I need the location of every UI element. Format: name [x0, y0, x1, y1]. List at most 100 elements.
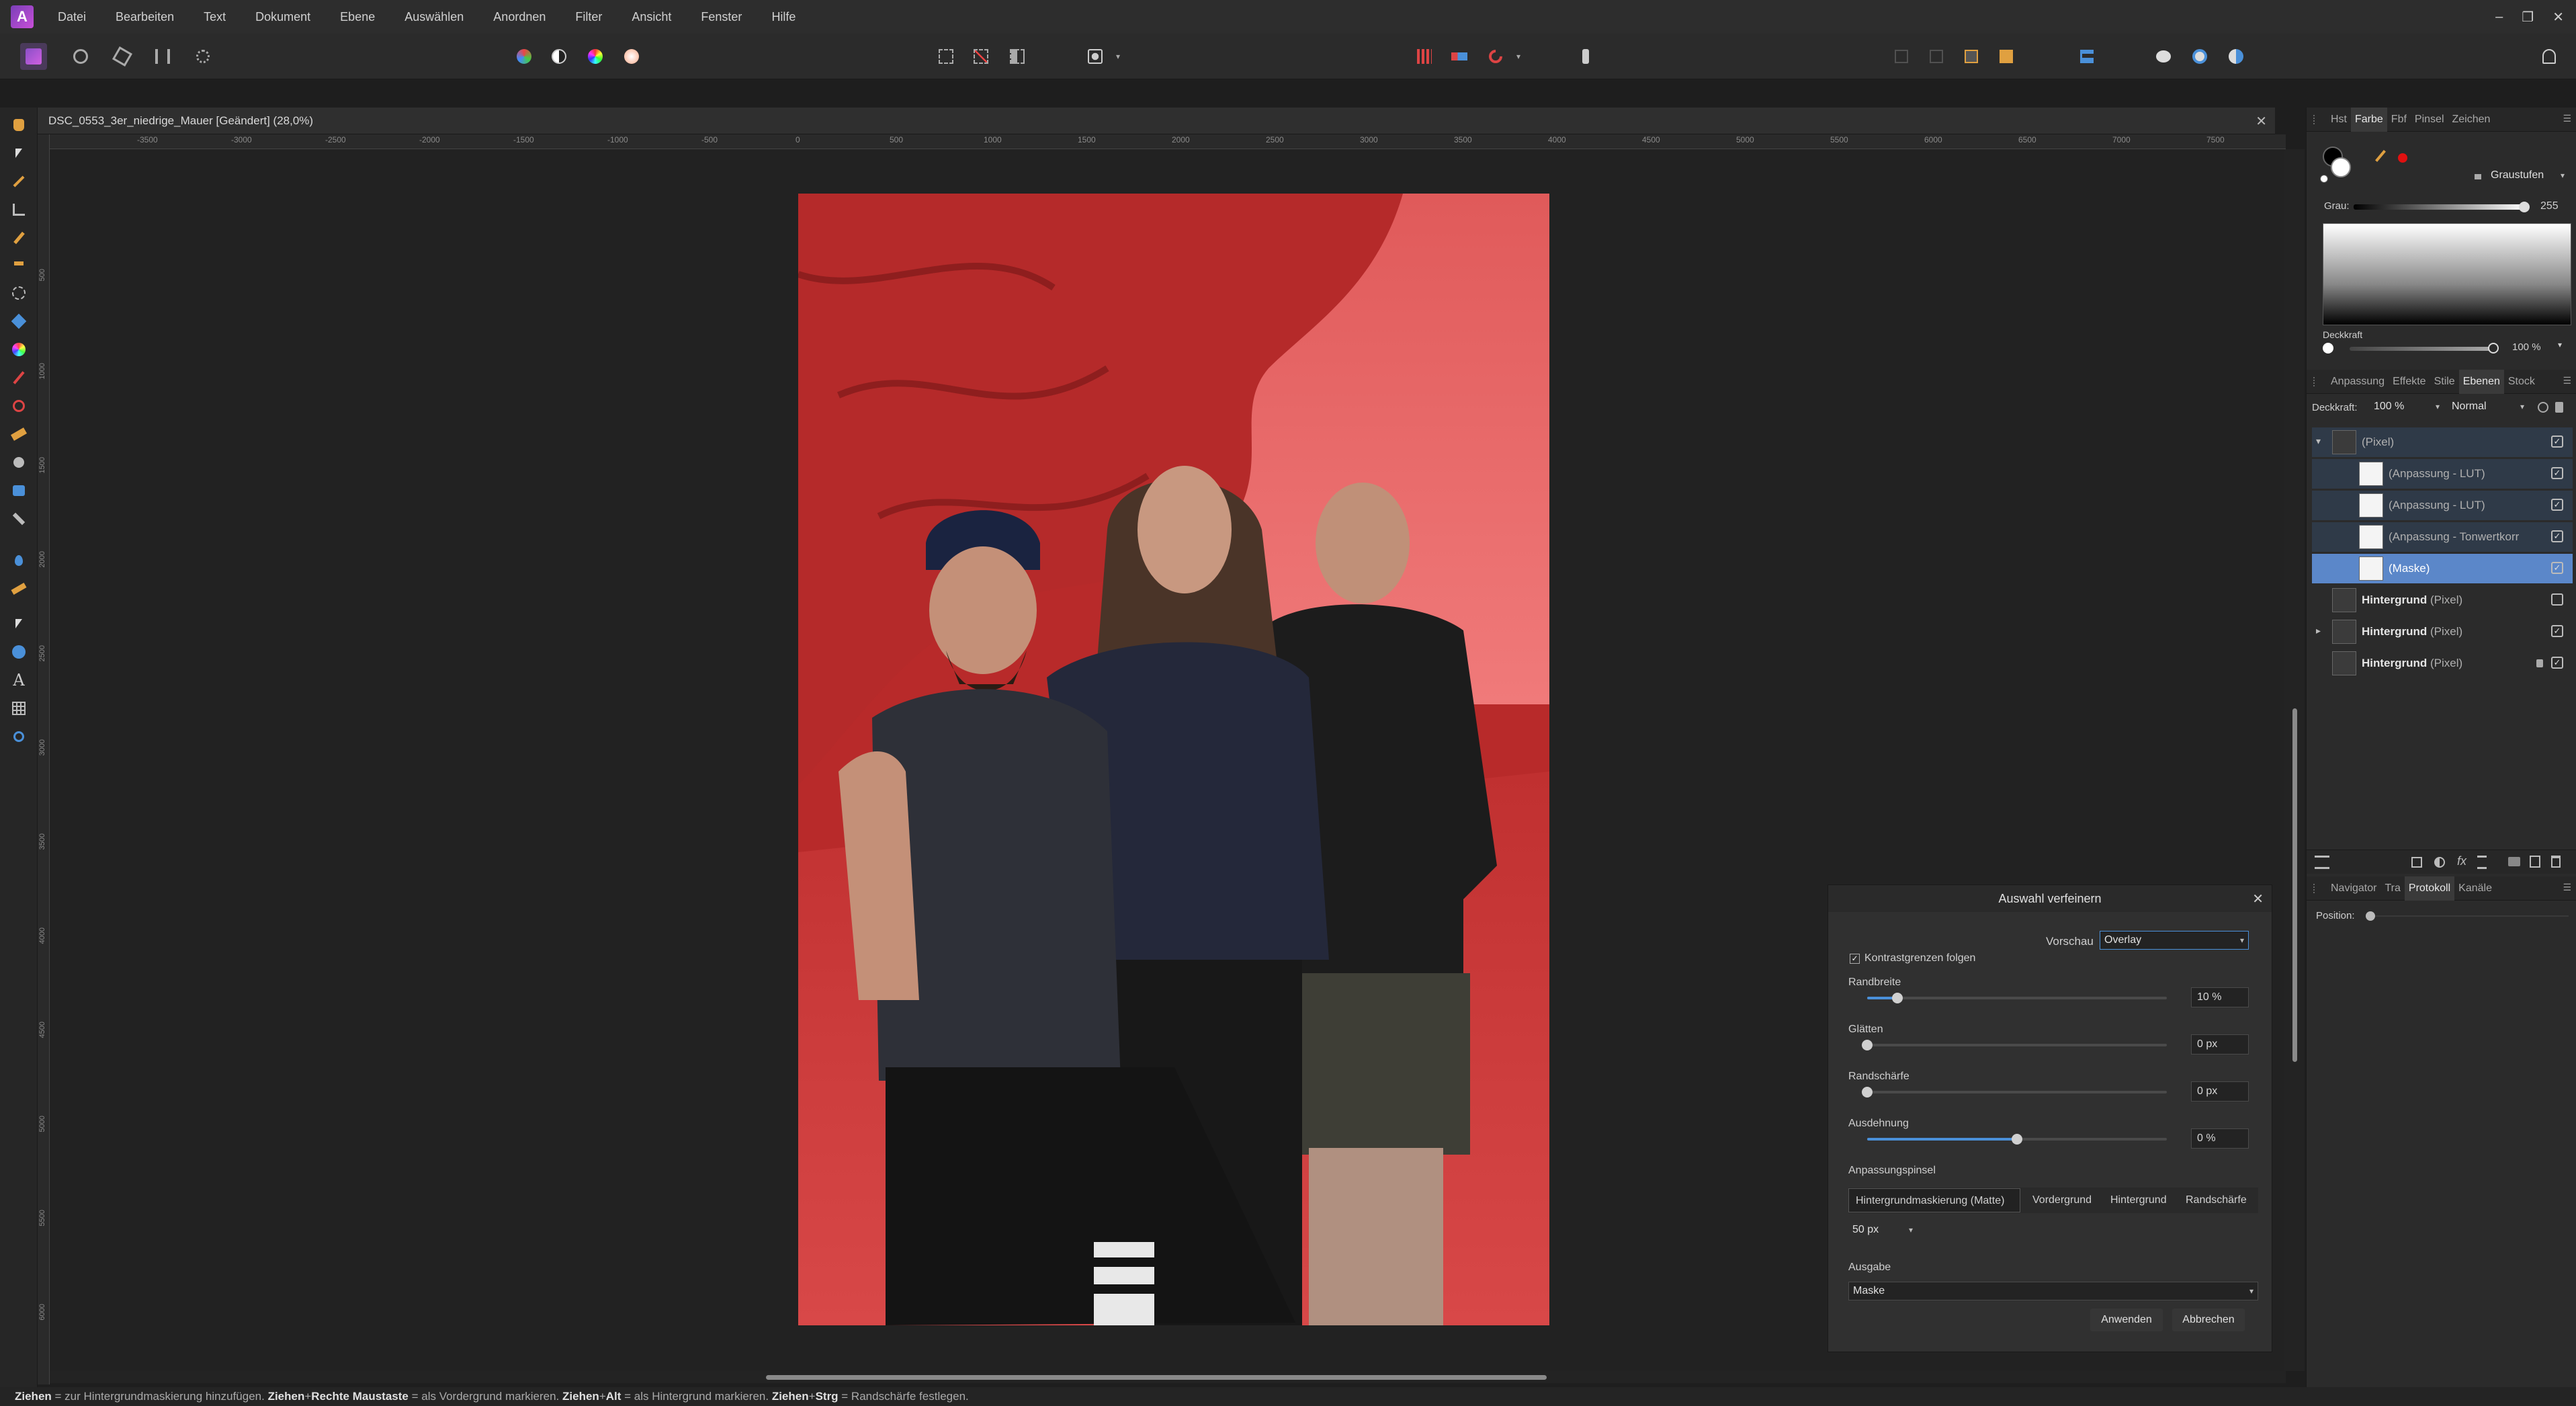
dodge-brush-icon[interactable] — [8, 452, 30, 473]
tab-ebenen[interactable]: Ebenen — [2458, 369, 2504, 394]
paint-brush-icon[interactable] — [8, 367, 30, 388]
assistant-icon[interactable] — [2150, 43, 2177, 70]
liquify-persona-icon[interactable] — [67, 43, 94, 70]
color-mode-dropdown[interactable]: Graustufen ▾ — [2487, 167, 2569, 185]
zoom-tool-icon[interactable] — [8, 726, 30, 747]
layer-row[interactable]: (Anpassung - LUT) ✓ — [2312, 491, 2573, 520]
auto-contrast-icon[interactable] — [546, 43, 572, 70]
fill-color-swatch[interactable] — [2331, 157, 2351, 177]
slider-knob[interactable] — [2012, 1134, 2022, 1145]
group-layers-icon[interactable] — [2508, 857, 2520, 866]
arrange-forward-icon[interactable] — [1958, 43, 1985, 70]
slider-value-field[interactable]: 0 px — [2191, 1034, 2249, 1054]
layer-visibility-checkbox[interactable]: ✓ — [2551, 530, 2563, 542]
color-picker-icon[interactable] — [8, 171, 30, 192]
snapping-magnet-icon[interactable] — [1482, 43, 1509, 70]
tab-kanaele[interactable]: Kanäle — [2454, 876, 2496, 901]
clone-brush-icon[interactable] — [8, 480, 30, 501]
tab-farbe[interactable]: Farbe — [2351, 107, 2387, 132]
restore-icon[interactable]: ❐ — [2522, 9, 2534, 26]
close-icon[interactable]: ✕ — [2252, 891, 2264, 907]
menu-item[interactable]: Hilfe — [757, 0, 810, 34]
arrange-front-icon[interactable] — [1993, 43, 2020, 70]
flood-select-icon[interactable] — [8, 253, 30, 274]
vertical-scrollbar[interactable] — [2284, 149, 2305, 1371]
menu-item[interactable]: Datei — [43, 0, 101, 34]
output-dropdown[interactable]: Maske ▾ — [1848, 1282, 2258, 1300]
layer-visibility-checkbox[interactable] — [2551, 593, 2563, 606]
layer-row[interactable]: (Maske) ✓ — [2312, 554, 2573, 583]
flood-fill-icon[interactable] — [8, 311, 30, 332]
auto-white-balance-icon[interactable] — [618, 43, 645, 70]
document-tab[interactable]: DSC_0553_3er_niedrige_Mauer [Geändert] (… — [38, 108, 2275, 134]
tab-effekte[interactable]: Effekte — [2389, 370, 2430, 394]
lock-icon[interactable] — [2536, 659, 2543, 667]
tab-stock[interactable]: Stock — [2504, 370, 2539, 394]
swap-colors-icon[interactable] — [2320, 175, 2328, 183]
panel-menu-icon[interactable]: ☰ — [2563, 882, 2571, 893]
layer-row[interactable]: ▸ Hintergrund (Pixel) ✓ — [2312, 617, 2573, 647]
tab-fbf[interactable]: Fbf — [2387, 108, 2411, 132]
crop-tool-icon[interactable] — [8, 199, 30, 220]
brush-mode-foreground[interactable]: Vordergrund — [2026, 1188, 2101, 1212]
photo-persona-icon[interactable] — [20, 43, 47, 70]
adjustment-layer-icon[interactable] — [2434, 857, 2445, 868]
deselect-icon[interactable] — [968, 43, 994, 70]
color-replacement-icon[interactable] — [8, 395, 30, 417]
menu-item[interactable]: Dokument — [241, 0, 325, 34]
gradient-tool-icon[interactable] — [8, 339, 30, 360]
eyedropper-icon[interactable] — [2375, 150, 2386, 162]
marquee-selection-icon[interactable] — [933, 43, 959, 70]
gray-slider[interactable] — [2354, 202, 2530, 212]
slider-value-field[interactable]: 0 px — [2191, 1081, 2249, 1102]
layer-visibility-checkbox[interactable]: ✓ — [2551, 657, 2563, 669]
marquee-tool-icon[interactable] — [8, 282, 30, 304]
hourglass-icon[interactable] — [2477, 856, 2487, 869]
apply-button[interactable]: Anwenden — [2090, 1309, 2163, 1331]
mask-layer-icon[interactable] — [2411, 857, 2422, 868]
text-tool-icon[interactable]: A — [8, 669, 30, 691]
align-icon[interactable] — [2073, 43, 2100, 70]
brush-mode-feather[interactable]: Randschärfe — [2179, 1188, 2253, 1212]
collapse-icon[interactable]: ▾ — [2316, 436, 2321, 447]
export-persona-icon[interactable] — [189, 43, 216, 70]
layer-row[interactable]: (Anpassung - LUT) ✓ — [2312, 459, 2573, 489]
tab-zeichen[interactable]: Zeichen — [2448, 108, 2495, 132]
move-tool-icon[interactable] — [8, 142, 30, 164]
develop-persona-icon[interactable] — [109, 43, 136, 70]
layer-visibility-checkbox[interactable]: ✓ — [2551, 467, 2563, 479]
sync-icon[interactable] — [2223, 43, 2249, 70]
arrange-back-icon[interactable] — [1888, 43, 1915, 70]
slider-value-field[interactable]: 0 % — [2191, 1128, 2249, 1149]
arrange-backward-icon[interactable] — [1923, 43, 1950, 70]
tone-mapping-persona-icon[interactable] — [149, 43, 176, 70]
history-position-knob[interactable] — [2366, 911, 2375, 921]
panel-menu-icon[interactable]: ☰ — [2563, 375, 2571, 386]
preferences-icon[interactable] — [2186, 43, 2213, 70]
menu-item[interactable]: Auswählen — [390, 0, 478, 34]
layer-visibility-checkbox[interactable]: ✓ — [2551, 625, 2563, 637]
refine-slider[interactable] — [1862, 1087, 2167, 1098]
panel-grip-icon[interactable] — [2313, 884, 2317, 893]
history-position-slider[interactable] — [2366, 911, 2569, 921]
layer-row[interactable]: Hintergrund (Pixel) ✓ — [2312, 649, 2573, 678]
gear-icon[interactable] — [2538, 402, 2548, 413]
auto-colors-icon[interactable] — [582, 43, 609, 70]
layer-row[interactable]: (Anpassung - Tonwertkorr ✓ — [2312, 522, 2573, 552]
menu-item[interactable]: Ansicht — [617, 0, 686, 34]
cancel-button[interactable]: Abbrechen — [2172, 1309, 2245, 1331]
panel-grip-icon[interactable] — [2313, 377, 2317, 386]
brush-size-dropdown[interactable]: 50 px ▾ — [1848, 1221, 1917, 1240]
menu-item[interactable]: Ebene — [325, 0, 390, 34]
lock-icon[interactable] — [2473, 171, 2483, 180]
tab-protokoll[interactable]: Protokoll — [2404, 876, 2455, 901]
account-icon[interactable] — [2536, 43, 2563, 70]
close-document-icon[interactable]: ✕ — [2256, 113, 2267, 130]
snapping-grid-icon[interactable] — [1411, 43, 1438, 70]
snapping-guides-icon[interactable] — [1446, 43, 1473, 70]
refine-slider[interactable] — [1867, 1134, 2167, 1145]
layer-visibility-checkbox[interactable]: ✓ — [2551, 436, 2563, 448]
menu-item[interactable]: Text — [189, 0, 241, 34]
contrast-checkbox[interactable]: ✓ — [1850, 954, 1860, 964]
tab-navigator[interactable]: Navigator — [2327, 876, 2380, 901]
